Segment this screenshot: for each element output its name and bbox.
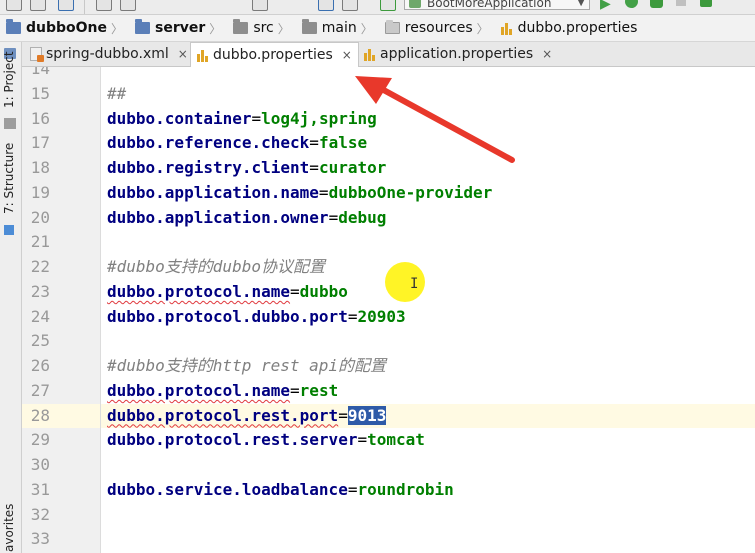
annotation-overlay: [355, 76, 515, 163]
annotation-arrow-line: [377, 85, 515, 163]
text-cursor-icon: I: [410, 276, 419, 292]
cursor-highlight: [385, 262, 425, 302]
